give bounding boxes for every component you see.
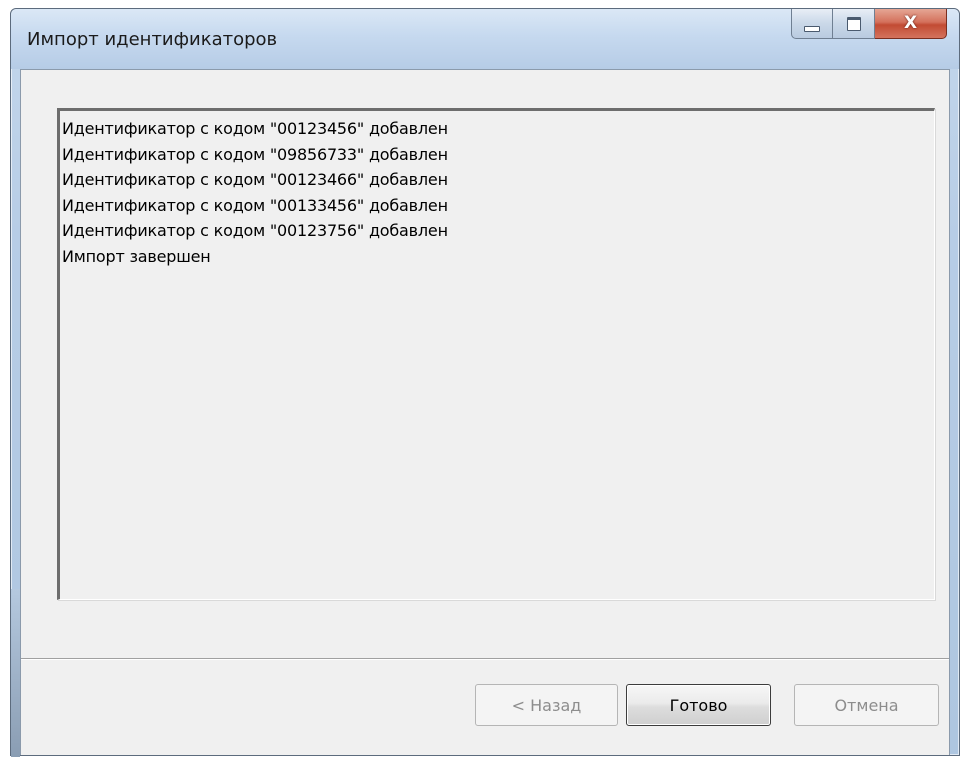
wizard-buttons: < Назад Готово Отмена xyxy=(21,684,949,726)
close-button[interactable]: X xyxy=(875,9,947,39)
window-title: Импорт идентификаторов xyxy=(27,29,278,50)
log-line: Идентификатор с кодом "00123456" добавле… xyxy=(62,119,448,138)
maximize-button[interactable] xyxy=(833,9,875,39)
log-line: Идентификатор с кодом "00133456" добавле… xyxy=(62,195,448,215)
caption-buttons: X xyxy=(791,9,947,41)
import-dialog-window: Импорт идентификаторов X Идентификатор с… xyxy=(10,8,960,757)
title-bar[interactable]: Импорт идентификаторов X xyxy=(11,9,959,69)
button-separator xyxy=(21,658,949,660)
log-line: Идентификатор с кодом "09856733" добавле… xyxy=(62,144,448,164)
maximize-icon xyxy=(846,16,861,31)
minimize-icon xyxy=(804,25,820,32)
done-button[interactable]: Готово xyxy=(626,684,771,726)
import-log-box[interactable]: Идентификатор с кодом "00123456" добавле… xyxy=(57,108,935,600)
back-button[interactable]: < Назад xyxy=(475,684,618,726)
import-log-list: Идентификатор с кодом "00123456" добавле… xyxy=(62,116,448,270)
cancel-button[interactable]: Отмена xyxy=(794,684,939,726)
close-icon: X xyxy=(903,13,918,33)
log-line: Идентификатор с кодом "00123466" добавле… xyxy=(62,170,448,190)
window-left-edge xyxy=(11,589,20,757)
minimize-button[interactable] xyxy=(791,9,833,39)
log-line: Идентификатор с кодом "00123756" добавле… xyxy=(62,221,448,241)
dialog-client-area: Идентификатор с кодом "00123456" добавле… xyxy=(20,69,950,755)
log-line-import-complete: Импорт завершен xyxy=(62,246,211,266)
